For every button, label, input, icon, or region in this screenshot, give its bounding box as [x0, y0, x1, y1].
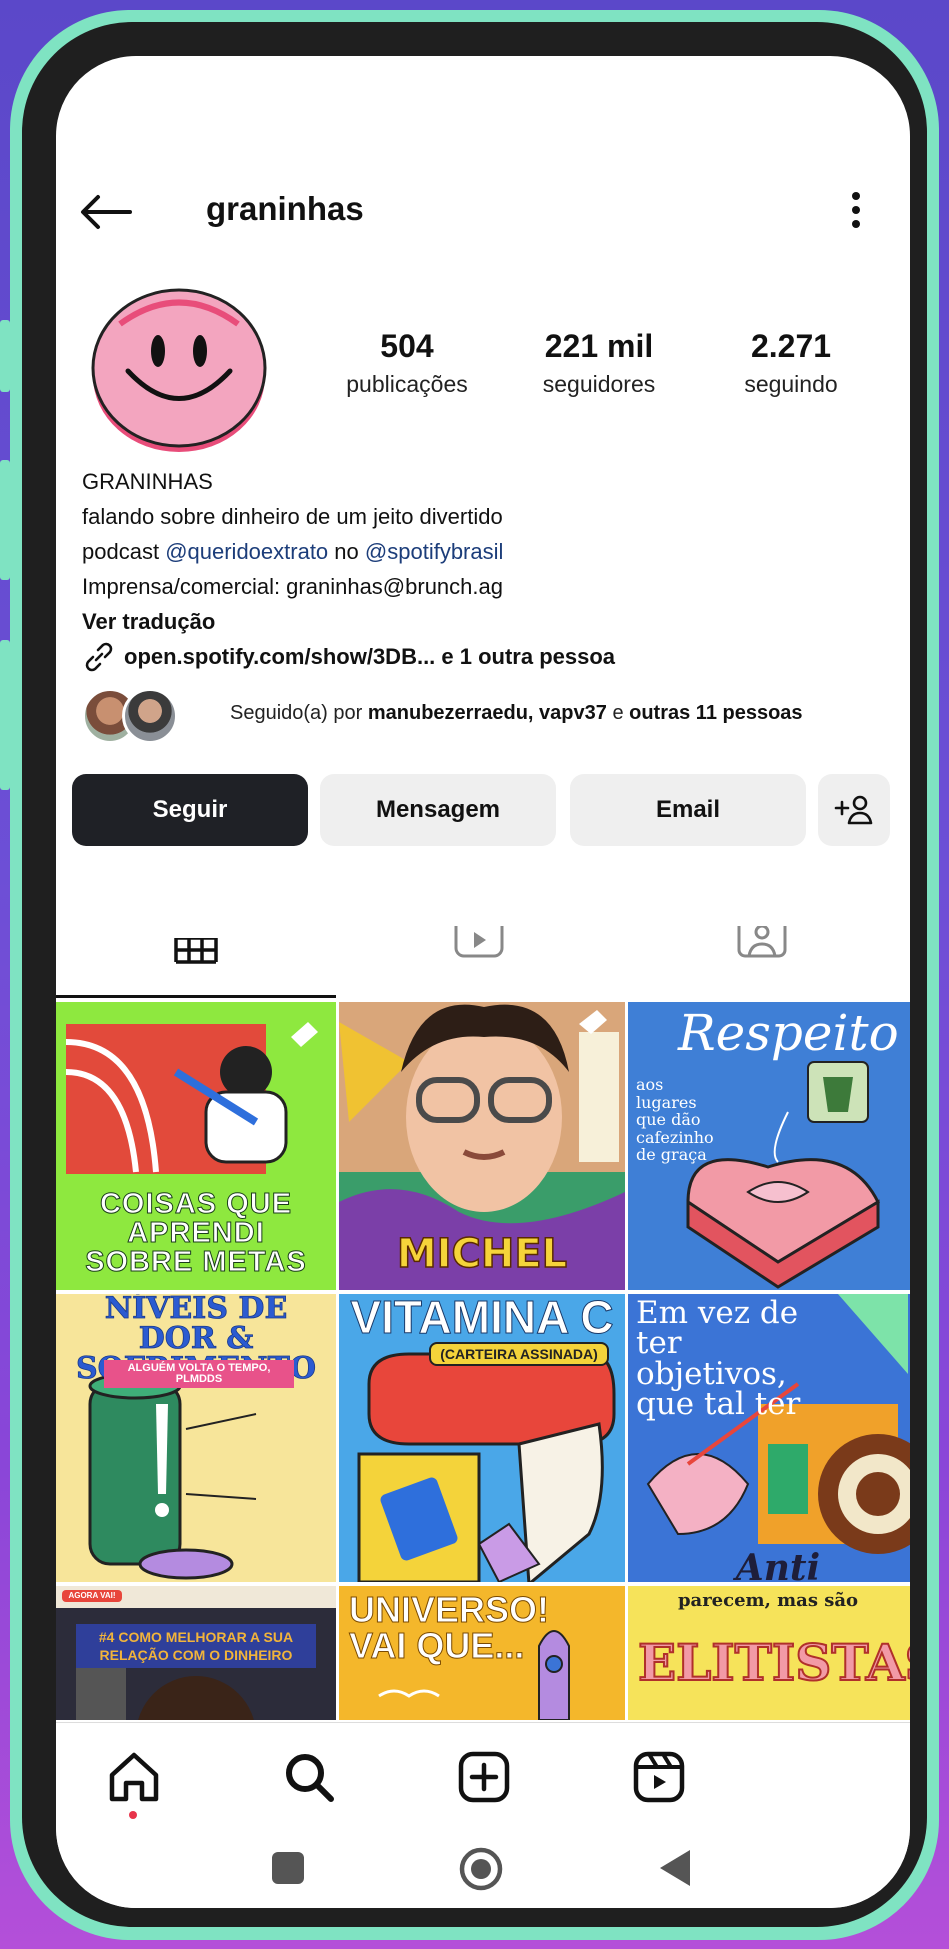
phone-side-button	[0, 320, 10, 392]
search-icon[interactable]	[281, 1749, 337, 1805]
post-thumbnail[interactable]: AGORA VAI! #4 COMO MELHORAR A SUA RELAÇÃ…	[56, 1586, 336, 1720]
profile-username: graninhas	[206, 190, 364, 227]
home-icon[interactable]	[106, 1749, 162, 1805]
bio-link-text: open.spotify.com/show/3DB... e 1 outra p…	[124, 644, 616, 669]
post-title: Em vez de ter objetivos, que tal ter	[636, 1295, 801, 1423]
post-subtitle: Anti OBJETIVOS?	[735, 1547, 821, 1582]
profile-stats: 504 publicações 221 mil seguidores 2.271…	[312, 328, 882, 408]
post-title: #4 COMO MELHORAR A SUA RELAÇÃO COM O DIN…	[76, 1624, 316, 1669]
stat-posts-value: 504	[380, 328, 434, 364]
bottom-navigation	[56, 1722, 910, 1832]
profile-actions: Seguir Mensagem Email	[72, 774, 892, 846]
post-title: Respeito	[678, 1004, 899, 1062]
post-subtitle: aos lugares que dão cafezinho de graça	[636, 1075, 714, 1165]
tab-posts-grid[interactable]	[56, 926, 336, 998]
post-thumbnail[interactable]: COISAS QUE APRENDI SOBRE METAS	[56, 1002, 336, 1290]
reels-icon	[454, 926, 504, 958]
post-tag: AGORA VAI!	[62, 1590, 122, 1602]
back-system-icon[interactable]	[658, 1848, 694, 1888]
post-subtitle: (CARTEIRA ASSINADA)	[429, 1342, 609, 1366]
profile-header: graninhas	[56, 176, 910, 246]
profile-avatar[interactable]	[90, 276, 268, 454]
stat-following-value: 2.271	[750, 328, 832, 364]
post-title: ELITISTAS	[637, 1633, 910, 1692]
phone-side-button	[0, 460, 10, 580]
back-arrow-icon[interactable]	[80, 194, 132, 230]
tagged-icon	[737, 926, 787, 958]
post-subtitle: ALGUÉM VOLTA O TEMPO, PLMDDS	[104, 1360, 294, 1388]
phone-side-button	[0, 640, 10, 790]
post-thumbnail[interactable]: MICHEL	[339, 1002, 625, 1290]
bio-press-line: Imprensa/comercial: graninhas@brunch.ag	[82, 574, 503, 599]
profile-bio: GRANINHAS falando sobre dinheiro de um j…	[82, 464, 882, 674]
see-translation-link[interactable]: Ver tradução	[82, 604, 882, 639]
followed-by-mid: e	[612, 702, 624, 724]
follow-button[interactable]: Seguir	[72, 774, 308, 846]
post-thumbnail[interactable]: Respeito aos lugares que dão cafezinho d…	[628, 1002, 910, 1290]
stat-following[interactable]: 2.271 seguindo	[696, 328, 886, 398]
reels-nav-icon[interactable]	[631, 1749, 687, 1805]
stat-followers-value: 221 mil	[544, 328, 654, 364]
notification-dot	[129, 1811, 137, 1819]
post-title: COISAS QUE APRENDI SOBRE METAS	[85, 1188, 307, 1278]
bio-external-link[interactable]: open.spotify.com/show/3DB... e 1 outra p…	[82, 639, 882, 674]
tab-reels[interactable]	[339, 926, 619, 998]
follower-avatar	[122, 688, 178, 744]
message-button[interactable]: Mensagem	[320, 774, 556, 846]
bio-podcast-mid: no	[334, 539, 359, 564]
post-thumbnail[interactable]: parecem, mas são ELITISTAS	[628, 1586, 910, 1720]
post-title: MICHEL	[396, 1231, 568, 1277]
post-thumbnail[interactable]: UNIVERSO! VAI QUE...	[339, 1586, 625, 1720]
bio-podcast-line: podcast @queridoextrato no @spotifybrasi…	[82, 534, 882, 569]
stat-posts-label: publicações	[346, 371, 468, 397]
post-thumbnail[interactable]: NÍVEIS DE DOR & SOFRIMENTO ALGUÉM VOLTA …	[56, 1294, 336, 1582]
more-options-icon[interactable]	[850, 190, 862, 230]
followed-by-names: manubezerraedu, vapv37	[367, 702, 607, 724]
stat-followers[interactable]: 221 mil seguidores	[504, 328, 694, 398]
email-button[interactable]: Email	[570, 774, 806, 846]
followed-by[interactable]: Seguido(a) por manubezerraedu, vapv37 e …	[82, 684, 882, 748]
post-thumbnail[interactable]: VITAMINA C (CARTEIRA ASSINADA)	[339, 1294, 625, 1582]
stat-followers-label: seguidores	[542, 371, 656, 397]
tab-tagged[interactable]	[622, 926, 902, 998]
post-subtitle: parecem, mas são	[677, 1590, 859, 1611]
grid-icon	[174, 926, 218, 964]
stat-following-label: seguindo	[744, 371, 838, 397]
mention-link[interactable]: @spotifybrasil	[365, 539, 504, 564]
post-thumbnail[interactable]: Em vez de ter objetivos, que tal ter Ant…	[628, 1294, 910, 1582]
stat-posts[interactable]: 504 publicações	[312, 328, 502, 398]
add-person-icon	[834, 795, 873, 825]
bio-name: GRANINHAS	[82, 469, 213, 494]
profile-tabs	[56, 926, 910, 998]
home-system-icon[interactable]	[458, 1846, 504, 1892]
app-screen: graninhas 504 publicações 221 mil seguid…	[56, 56, 910, 1908]
posts-grid: COISAS QUE APRENDI SOBRE METAS MICHEL Re…	[56, 1000, 910, 1720]
add-person-button[interactable]	[818, 774, 890, 846]
post-title: VITAMINA C	[350, 1294, 614, 1343]
new-post-icon[interactable]	[456, 1749, 512, 1805]
followed-by-text: Seguido(a) por manubezerraedu, vapv37 e …	[230, 702, 803, 725]
link-icon	[85, 642, 113, 671]
bio-line: falando sobre dinheiro de um jeito diver…	[82, 504, 503, 529]
bio-podcast-prefix: podcast	[82, 539, 160, 564]
recent-apps-icon[interactable]	[270, 1850, 306, 1886]
followed-by-others: outras 11 pessoas	[629, 702, 803, 724]
active-tab-indicator	[56, 995, 336, 998]
followed-by-prefix: Seguido(a) por	[230, 702, 363, 724]
system-navigation-bar	[56, 1832, 910, 1908]
mention-link[interactable]: @queridoextrato	[165, 539, 328, 564]
post-title: UNIVERSO! VAI QUE...	[349, 1589, 550, 1666]
